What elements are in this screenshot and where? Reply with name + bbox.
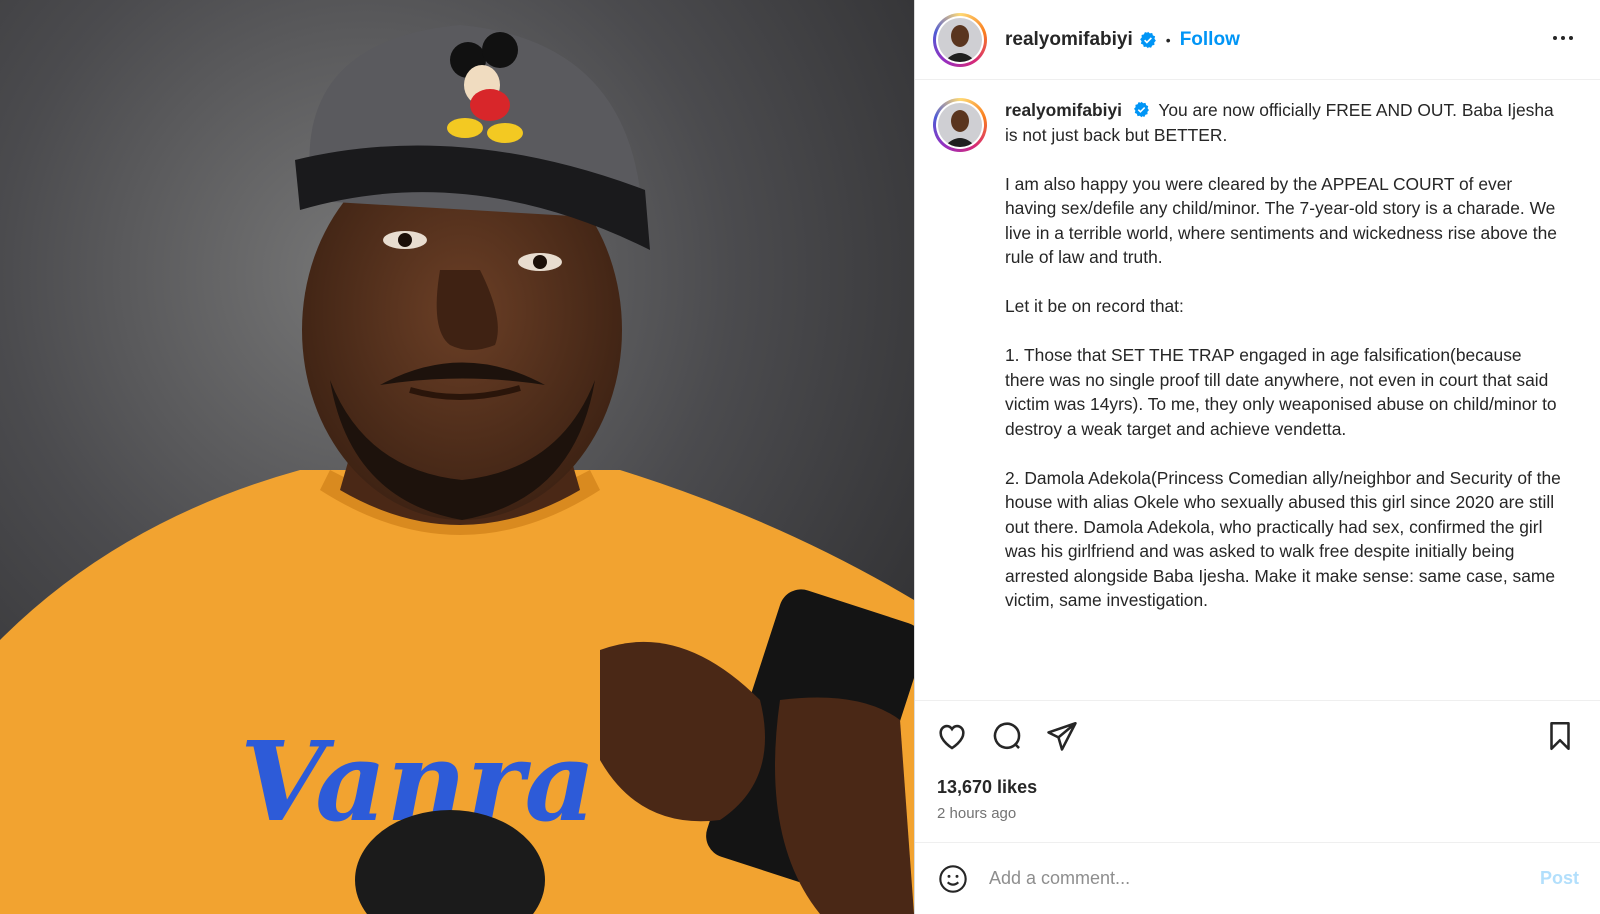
- post-panel: realyomifabiyi • Follow realyomifabiyi Y…: [914, 0, 1600, 914]
- comment-input[interactable]: [989, 868, 1509, 889]
- emoji-icon[interactable]: [937, 863, 969, 895]
- post-caption: realyomifabiyi You are now officially FR…: [933, 98, 1583, 688]
- post-header: realyomifabiyi • Follow: [915, 0, 1600, 80]
- post-actions: 13,670 likes 2 hours ago: [915, 700, 1600, 840]
- bookmark-icon[interactable]: [1543, 719, 1577, 758]
- header-separator: •: [1165, 31, 1171, 48]
- caption-username[interactable]: realyomifabiyi: [1005, 100, 1122, 120]
- caption-paragraph-2: I am also happy you were cleared by the …: [1005, 173, 1557, 268]
- caption-paragraph-3: Let it be on record that:: [1005, 296, 1184, 316]
- like-count[interactable]: 13,670 likes: [937, 777, 1037, 798]
- verified-badge-icon: [1133, 101, 1150, 118]
- heart-icon[interactable]: [935, 719, 969, 758]
- more-options-icon[interactable]: [1551, 26, 1575, 55]
- verified-badge-icon: [1139, 31, 1157, 49]
- instagram-post-view: Vanra realyomifabiyi • Follow realyomifa…: [0, 0, 1600, 914]
- post-image[interactable]: Vanra: [0, 0, 914, 914]
- caption-avatar[interactable]: [933, 98, 987, 152]
- comment-bar: Post: [915, 842, 1600, 914]
- caption-text: realyomifabiyi You are now officially FR…: [1005, 98, 1565, 688]
- caption-paragraph-4: 1. Those that SET THE TRAP engaged in ag…: [1005, 345, 1557, 439]
- post-photo-illustration: Vanra: [0, 0, 914, 914]
- header-username[interactable]: realyomifabiyi: [1005, 29, 1133, 51]
- caption-paragraph-5: 2. Damola Adekola(Princess Comedian ally…: [1005, 467, 1561, 611]
- follow-button[interactable]: Follow: [1180, 29, 1240, 51]
- avatar[interactable]: [933, 12, 987, 67]
- post-comment-button[interactable]: Post: [1540, 868, 1579, 889]
- share-icon[interactable]: [1045, 719, 1079, 758]
- caption-paragraph: realyomifabiyi You are now officially FR…: [1005, 98, 1565, 147]
- caption-avatar-image: [938, 103, 982, 147]
- post-timestamp[interactable]: 2 hours ago: [937, 805, 1016, 822]
- avatar-image: [938, 17, 982, 62]
- comment-icon[interactable]: [990, 719, 1024, 758]
